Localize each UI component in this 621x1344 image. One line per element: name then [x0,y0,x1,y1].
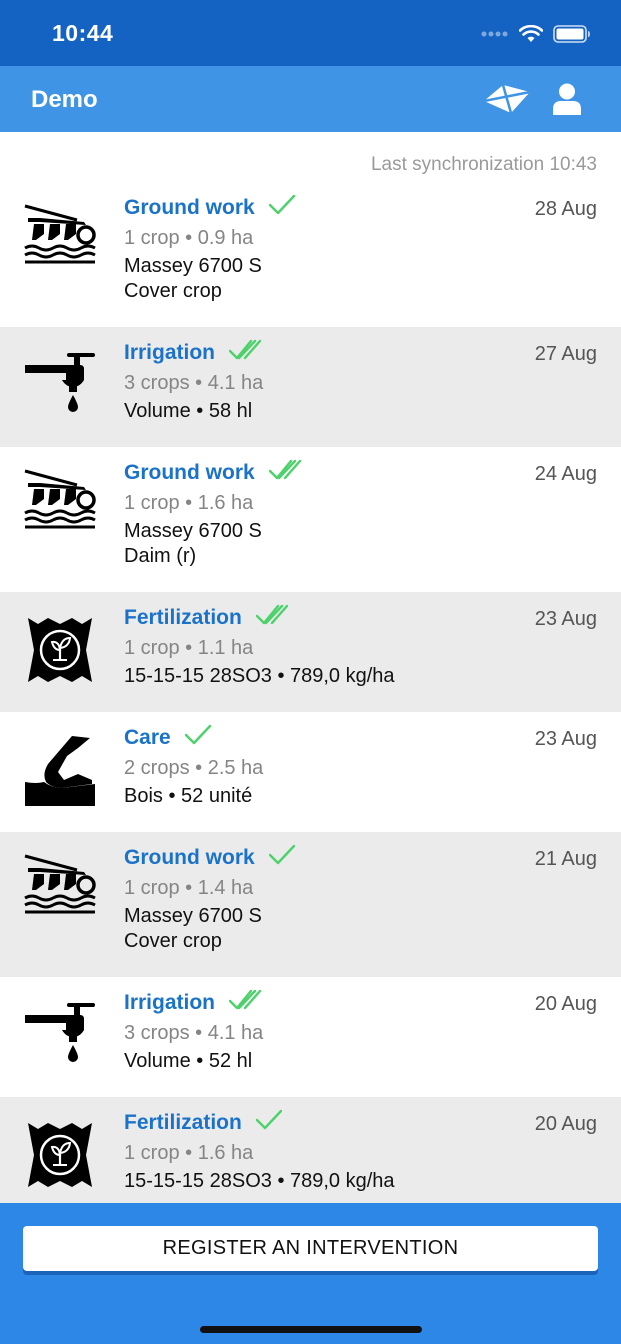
intervention-row[interactable]: Irrigation 3 crops • 4.1 ha Volume • 52 … [0,977,621,1097]
plough-icon [22,465,98,541]
check-icon [268,195,295,215]
intervention-type: Fertilization [124,606,242,629]
intervention-title: Care [124,725,211,750]
intervention-type: Ground work [124,846,255,869]
hand-icon [22,732,98,808]
intervention-row[interactable]: Ground work 1 crop • 1.4 ha Massey 6700 … [0,832,621,977]
intervention-detail-2: Cover crop [124,280,222,302]
user-icon[interactable] [550,82,584,116]
intervention-type: Ground work [124,461,255,484]
intervention-date: 20 Aug [534,993,597,1015]
intervention-row[interactable]: Ground work 1 crop • 0.9 ha Massey 6700 … [0,182,621,327]
intervention-row[interactable]: Care 2 crops • 2.5 ha Bois • 52 unité 23… [0,712,621,832]
status-bar: 10:44 [0,0,621,66]
intervention-summary: 1 crop • 1.6 ha [124,1142,254,1164]
fertilizer-bag-icon [22,1117,98,1193]
intervention-title: Fertilization [124,1110,282,1135]
intervention-type: Ground work [124,196,255,219]
intervention-title: Irrigation [124,340,262,365]
page-title: Demo [31,86,98,113]
intervention-row[interactable]: Irrigation 3 crops • 4.1 ha Volume • 58 … [0,327,621,447]
intervention-detail: 15-15-15 28SO3 • 789,0 kg/ha [124,665,395,687]
bottom-bar: REGISTER AN INTERVENTION [0,1203,621,1344]
intervention-detail-2: Daim (r) [124,545,197,567]
intervention-row[interactable]: Fertilization 1 crop • 1.6 ha 15-15-15 2… [0,1097,621,1217]
intervention-summary: 3 crops • 4.1 ha [124,1022,264,1044]
wifi-icon [519,25,543,42]
fertilizer-bag-icon [22,612,98,688]
intervention-detail: Bois • 52 unité [124,785,253,807]
intervention-title: Irrigation [124,990,262,1015]
status-icons [481,22,591,46]
intervention-date: 20 Aug [534,1113,597,1135]
double-check-icon [268,460,301,480]
plough-icon [22,200,98,276]
map-icon[interactable] [482,82,532,116]
intervention-detail: Volume • 58 hl [124,400,253,422]
intervention-summary: 1 crop • 0.9 ha [124,227,254,249]
intervention-detail: Massey 6700 S [124,520,262,542]
intervention-detail: 15-15-15 28SO3 • 789,0 kg/ha [124,1170,395,1192]
check-icon [268,845,295,865]
intervention-detail-2: Cover crop [124,930,222,952]
home-indicator[interactable] [200,1326,422,1333]
intervention-detail: Volume • 52 hl [124,1050,253,1072]
intervention-summary: 1 crop • 1.1 ha [124,637,254,659]
check-icon [255,1110,282,1130]
double-check-icon [229,990,262,1010]
intervention-date: 23 Aug [534,728,597,750]
intervention-title: Ground work [124,845,295,870]
intervention-type: Care [124,726,171,749]
plough-icon [22,850,98,926]
intervention-title: Fertilization [124,605,288,630]
tap-icon [22,347,98,423]
intervention-list: Ground work 1 crop • 0.9 ha Massey 6700 … [0,182,621,1217]
intervention-summary: 3 crops • 4.1 ha [124,372,264,394]
check-icon [184,725,211,745]
double-check-icon [255,605,288,625]
signal-icon [481,31,508,37]
intervention-detail: Massey 6700 S [124,905,262,927]
register-intervention-button[interactable]: REGISTER AN INTERVENTION [23,1226,598,1271]
intervention-date: 27 Aug [534,343,597,365]
double-check-icon [229,340,262,360]
intervention-summary: 1 crop • 1.4 ha [124,877,254,899]
intervention-title: Ground work [124,460,301,485]
intervention-title: Ground work [124,195,295,220]
last-sync-text: Last synchronization 10:43 [370,154,597,175]
status-time: 10:44 [52,20,114,46]
intervention-type: Fertilization [124,1111,242,1134]
intervention-summary: 2 crops • 2.5 ha [124,757,264,779]
intervention-type: Irrigation [124,341,216,364]
battery-icon [553,25,590,43]
intervention-summary: 1 crop • 1.6 ha [124,492,254,514]
tap-icon [22,997,98,1073]
intervention-date: 28 Aug [534,198,597,220]
intervention-detail: Massey 6700 S [124,255,262,277]
intervention-date: 24 Aug [534,463,597,485]
intervention-date: 21 Aug [534,848,597,870]
intervention-row[interactable]: Ground work 1 crop • 1.6 ha Massey 6700 … [0,447,621,592]
intervention-date: 23 Aug [534,608,597,630]
intervention-type: Irrigation [124,991,216,1014]
intervention-row[interactable]: Fertilization 1 crop • 1.1 ha 15-15-15 2… [0,592,621,712]
